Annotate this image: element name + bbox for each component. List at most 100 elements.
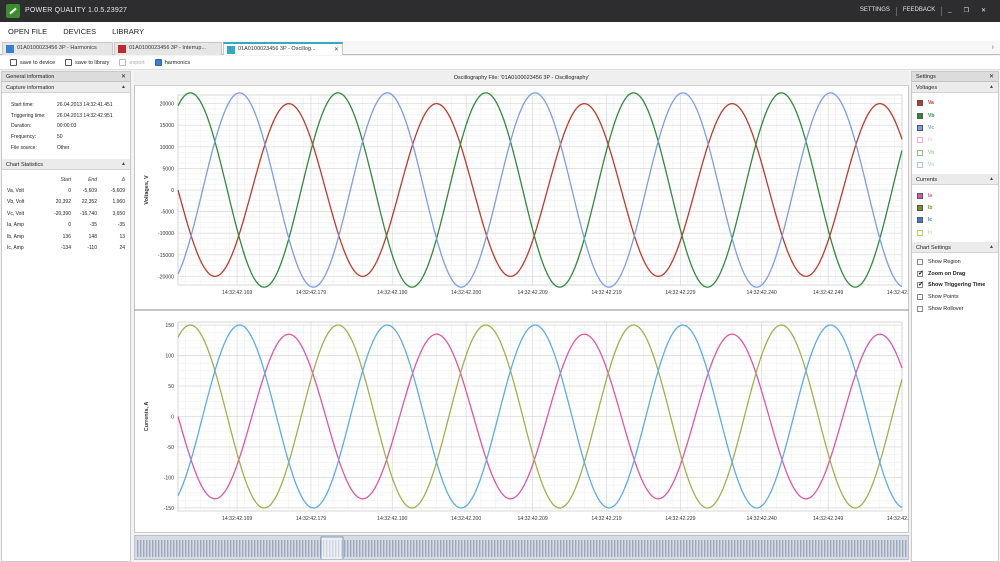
series-toggle-vc[interactable]: Vc [912, 122, 998, 134]
overview-bar [386, 540, 388, 557]
series-color-checkbox-icon[interactable] [917, 124, 923, 131]
x-tick-label: 14:32:42.240 [746, 290, 776, 296]
close-panel-icon[interactable]: ✕ [121, 73, 126, 80]
interruptions-doc-icon [118, 45, 126, 53]
overview-bar [464, 540, 466, 557]
checkbox-icon[interactable] [917, 280, 924, 289]
series-color-checkbox-icon[interactable] [917, 149, 923, 156]
overview-bar [188, 540, 190, 557]
overview-bar [770, 540, 772, 557]
series-toggle-ic[interactable]: Ic [912, 214, 998, 226]
timeline-overview[interactable] [135, 536, 909, 560]
series-color-checkbox-icon[interactable] [917, 162, 923, 169]
table-cell: 24 [119, 245, 125, 251]
menu-library[interactable]: LIBRARY [112, 27, 144, 36]
minimize-icon[interactable]: _ [942, 7, 957, 16]
toolbar: save to device save to library export ha… [0, 56, 1000, 70]
panel-title: General information [6, 74, 55, 80]
overview-bar [242, 540, 244, 557]
tab-oscillography[interactable]: 01A0100023456 3P - Oscillog... ✕ [223, 42, 343, 55]
checkbox-icon[interactable] [917, 305, 923, 312]
overview-bar [827, 540, 829, 557]
chart-setting-show-triggering-time[interactable]: Show Triggering Time [912, 280, 998, 292]
chart-settings-header[interactable]: Chart Settings ▲ [912, 241, 998, 253]
chart-setting-show-points[interactable]: Show Points [912, 291, 998, 303]
overview-bar [359, 540, 361, 557]
overview-bar [680, 540, 682, 557]
overview-bar [428, 540, 430, 557]
tab-interruptions[interactable]: 01A0100023456 3P - Interrup... [114, 42, 222, 55]
menu-open-file[interactable]: OPEN FILE [8, 27, 47, 36]
overview-bar [665, 540, 667, 557]
overview-bar [161, 540, 163, 557]
overview-bar [143, 540, 145, 557]
export-button[interactable]: export [119, 59, 145, 66]
overview-bar [530, 540, 532, 557]
table-cell: 0 [68, 222, 71, 229]
overview-bar [578, 540, 580, 557]
overview-bar [521, 540, 523, 557]
feedback-link[interactable]: FEEDBACK [897, 7, 941, 16]
x-tick-label: 14:32:42.259 [887, 290, 909, 296]
chart-statistics-header[interactable]: Chart Statistics ▲ [2, 158, 130, 170]
series-toggle-ib[interactable]: Ib [912, 202, 998, 214]
series-color-checkbox-icon[interactable] [917, 229, 923, 236]
voltage-series-list: Va Vb Vc In Vb Vn [912, 93, 998, 174]
timeline-overview-scrollbar[interactable] [134, 535, 909, 560]
series-toggle-vn[interactable]: Vn [912, 159, 998, 171]
y-tick-label: -20000 [158, 274, 174, 280]
overview-bar [152, 540, 154, 557]
chart-setting-show-region[interactable]: Show Region [912, 256, 998, 268]
overview-bar [500, 540, 502, 557]
voltages-header[interactable]: Voltages ▲ [912, 82, 998, 93]
checkbox-icon[interactable] [917, 294, 923, 301]
series-toggle-va[interactable]: Va [912, 97, 998, 109]
series-toggle-vb[interactable]: Vb [912, 109, 998, 121]
series-color-checkbox-icon[interactable] [917, 217, 923, 224]
close-window-icon[interactable]: ✕ [975, 7, 992, 16]
oscillography-charts[interactable]: -20000 -15000 -10000 -5000 0 5000 10000 15000 20… [134, 86, 909, 533]
overview-selection-handle[interactable] [320, 536, 344, 560]
restore-icon[interactable]: ❐ [958, 7, 975, 16]
save-to-library-button[interactable]: save to library [65, 59, 109, 66]
overview-bar [638, 540, 640, 557]
overview-bar [317, 540, 319, 557]
settings-link[interactable]: SETTINGS [854, 7, 896, 16]
save-to-device-button[interactable]: save to device [10, 59, 55, 66]
general-information-panel: General information ✕ Capture informatio… [1, 71, 131, 562]
section-title: Chart Statistics [6, 161, 43, 168]
y-tick-label: 150 [165, 323, 174, 329]
table-cell: 136 [62, 233, 71, 240]
series-toggle-in[interactable]: In [912, 227, 998, 239]
title-bar-actions: SETTINGS FEEDBACK _ ❐ ✕ [854, 7, 992, 16]
harmonics-toggle[interactable]: harmonics [154, 59, 190, 66]
overview-bar [497, 540, 499, 557]
checkbox-icon[interactable] [917, 269, 924, 277]
overview-bar [311, 540, 313, 557]
checkbox-icon[interactable] [917, 258, 923, 265]
overview-bar [641, 540, 643, 557]
capture-information-header[interactable]: Capture information ▲ [2, 82, 130, 93]
overview-bar [158, 540, 160, 557]
series-color-checkbox-icon[interactable] [917, 192, 923, 199]
tab-harmonics[interactable]: 01A0100023456 3P - Harmonics [2, 42, 113, 55]
series-color-checkbox-icon[interactable] [917, 137, 923, 144]
overview-bar [632, 540, 634, 557]
app-title: POWER QUALITY 1.0.5.23927 [25, 7, 128, 14]
close-panel-icon[interactable]: ✕ [989, 73, 994, 80]
x-tick-label: 14:32:42.229 [665, 290, 695, 296]
overview-bar [581, 540, 583, 557]
series-color-checkbox-icon[interactable] [917, 100, 923, 107]
series-color-checkbox-icon[interactable] [917, 204, 923, 211]
tab-scroll-right-icon[interactable]: › [992, 44, 994, 51]
chart-setting-show-rollover[interactable]: Show Rollover [912, 303, 998, 315]
menu-devices[interactable]: DEVICES [63, 27, 96, 36]
series-toggle-in[interactable]: In [912, 134, 998, 146]
chart-setting-zoom-on-drag[interactable]: Zoom on Drag [912, 268, 998, 280]
series-toggle-ia[interactable]: Ia [912, 189, 998, 201]
setting-label: Zoom on Drag [928, 270, 966, 277]
close-tab-icon[interactable]: ✕ [334, 46, 339, 53]
series-toggle-vb[interactable]: Vb [912, 147, 998, 159]
series-color-checkbox-icon[interactable] [917, 112, 923, 119]
currents-header[interactable]: Currents ▲ [912, 174, 998, 186]
